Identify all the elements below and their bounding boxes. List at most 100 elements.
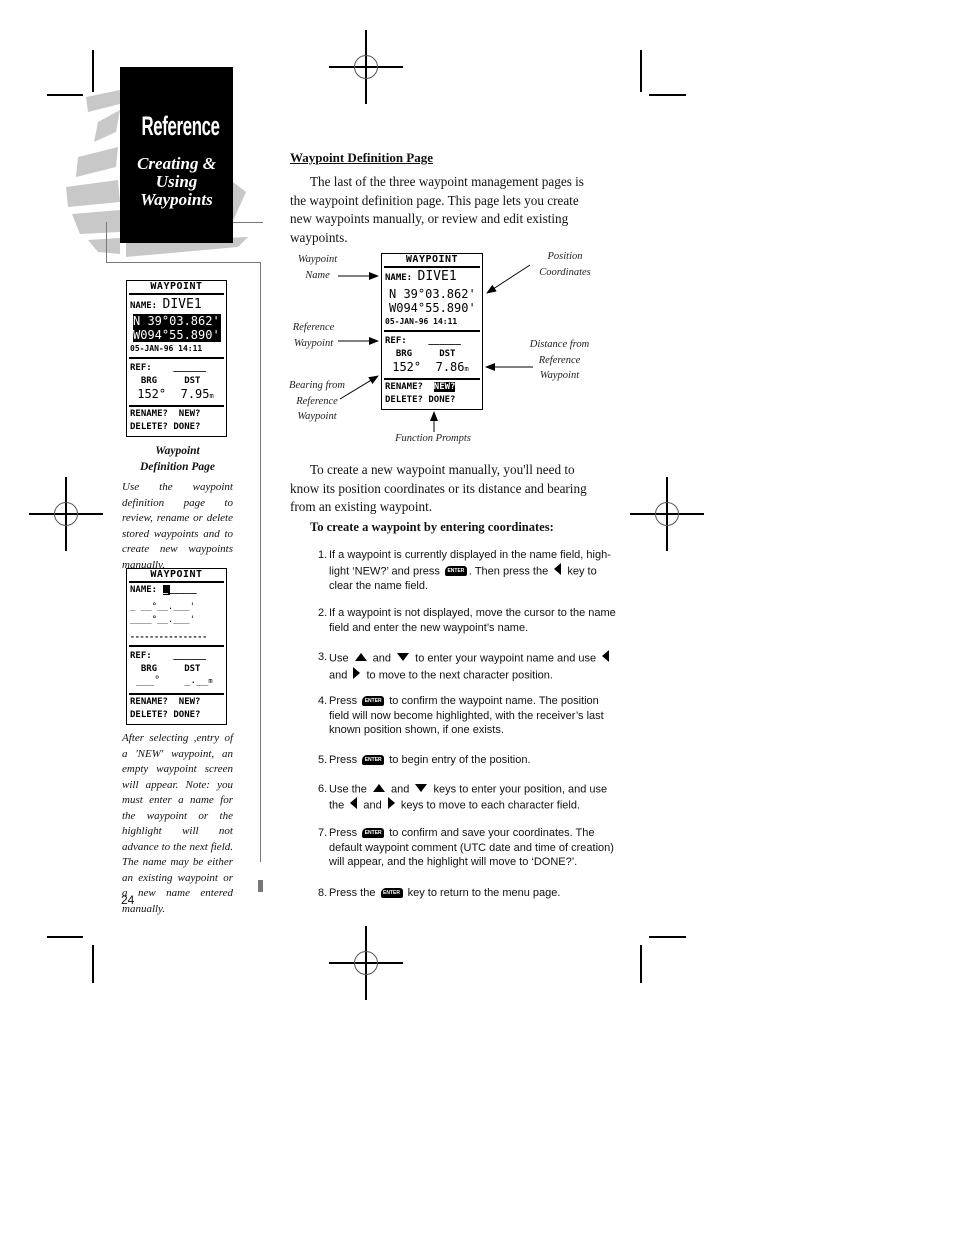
enter-key-icon: ENTER (362, 696, 385, 707)
caption-body: After selecting ,entry of a 'NEW' waypoi… (122, 732, 233, 915)
delete-prompt[interactable]: DELETE? (130, 710, 168, 720)
caption-title-line: Waypoint (155, 445, 200, 457)
registration-mark (329, 30, 403, 104)
step-number: 1. (318, 549, 328, 561)
brg-label: BRG (140, 376, 158, 386)
delete-prompt[interactable]: DELETE? (130, 422, 168, 432)
arrow-bearing (339, 375, 379, 400)
caption-title: Waypoint Definition Page (120, 443, 235, 475)
longitude: W094°55.890' (133, 328, 220, 342)
right-arrow-key-icon (353, 666, 361, 684)
crop-mark (47, 936, 83, 938)
screen-header: WAYPOINT (129, 281, 224, 295)
latitude: N 39°03.862' (133, 314, 220, 328)
subtitle-line: Using (155, 172, 198, 191)
page-number: 24 (121, 893, 135, 907)
subtitle-line: Creating & (137, 154, 216, 173)
left-arrow-key-icon (602, 650, 610, 667)
screen-header: WAYPOINT (129, 569, 224, 583)
right-arrow-key-icon (387, 796, 395, 814)
name-label: NAME: (130, 301, 158, 311)
procedure-heading: To create a waypoint by entering coordin… (310, 520, 554, 534)
brg-dst-values: 152° 7.95m (130, 387, 223, 401)
step-text: Press ENTER to confirm the waypoint name… (329, 695, 604, 737)
left-arrow-key-icon (554, 562, 562, 580)
position-highlight: N 39°03.862' W094°55.890' (133, 314, 221, 342)
dst-label: DST (184, 664, 201, 674)
divider (106, 262, 260, 263)
up-arrow-key-icon (354, 651, 367, 666)
left-arrow-key-icon (350, 796, 358, 814)
step-text: Press the ENTER key to return to the men… (329, 887, 561, 899)
divider (129, 405, 224, 407)
done-prompt[interactable]: DONE? (173, 710, 200, 720)
new-prompt[interactable]: NEW? (179, 697, 201, 707)
prompts-row: DELETE? DONE? (130, 422, 223, 432)
rename-prompt[interactable]: RENAME? (130, 697, 168, 707)
new-prompt[interactable]: NEW? (179, 409, 201, 419)
ref-label: REF: (130, 651, 152, 661)
waypoint-comment: ---------------- (130, 632, 208, 641)
arrow-position (486, 264, 531, 294)
name-value: DIVE1 (162, 297, 202, 312)
step-number: 6. (318, 783, 328, 795)
longitude: ____°__.___' (130, 615, 196, 625)
rename-prompt[interactable]: RENAME? (130, 409, 168, 419)
divider (260, 262, 261, 862)
crop-mark (92, 945, 94, 983)
done-prompt[interactable]: DONE? (173, 422, 200, 432)
diagram-arrows (338, 264, 533, 432)
dst-value: 7.95 (180, 387, 210, 401)
step-text: If a waypoint is not displayed, move the… (329, 607, 616, 634)
step-number: 7. (318, 827, 328, 839)
crop-mark (640, 945, 642, 983)
section-title: Reference (141, 111, 220, 141)
section-tab: Reference Creating & Using Waypoints (120, 67, 233, 243)
enter-key-icon: ENTER (444, 566, 467, 577)
name-value[interactable]: _____ (170, 585, 197, 595)
prompts-row: DELETE? DONE? (130, 710, 223, 720)
divider (106, 222, 107, 262)
enter-key-icon: ENTER (380, 888, 403, 899)
caption-title-line: Definition Page (139, 461, 216, 473)
intro-paragraph: The last of the three waypoint managemen… (290, 174, 584, 245)
waypoint-comment: 05-JAN-96 14:11 (130, 344, 203, 353)
name-label: NAME: (130, 585, 158, 595)
section-subtitle: Creating & Using Waypoints (120, 155, 233, 209)
step-text: If a waypoint is currently displayed in … (329, 549, 611, 593)
registration-mark (29, 477, 103, 551)
divider (129, 357, 224, 359)
step-number: 2. (318, 607, 328, 619)
brg-dst-values: ___° _.__m (130, 675, 223, 686)
divider (129, 645, 224, 647)
ref-row: REF: ______ (130, 363, 223, 373)
step-text: Use the and keys to enter your position,… (329, 782, 619, 814)
caption-body: Use the waypoint definition page to revi… (122, 481, 233, 571)
step-text: Press ENTER to confirm and save your coo… (329, 827, 614, 869)
latitude: _ __°__.___' (130, 602, 196, 612)
position-field: _ __°__.___' ____°__.___' (130, 601, 223, 627)
step-number: 4. (318, 695, 328, 707)
step-number: 8. (318, 887, 328, 899)
prompts-row: RENAME? NEW? (130, 697, 223, 707)
brg-value: ___° (136, 675, 161, 686)
dst-unit: m (208, 677, 213, 685)
step-text: Use and to enter your waypoint name and … (329, 650, 619, 683)
step-number: 3. (318, 651, 328, 663)
paragraph-create: To create a new waypoint manually, you'l… (290, 462, 587, 514)
procedure-steps: 1. If a waypoint is currently displayed i… (318, 548, 616, 908)
dst-value: _.__ (184, 675, 209, 686)
enter-key-icon: ENTER (362, 828, 385, 839)
section-heading: Waypoint Definition Page (290, 150, 434, 165)
dst-label: DST (184, 376, 201, 386)
up-arrow-key-icon (372, 782, 385, 797)
brg-value: 152° (137, 387, 167, 401)
name-row: NAME: _ _____ (130, 585, 197, 595)
divider (233, 222, 263, 223)
ref-value: ______ (173, 363, 206, 373)
gps-screen-definition: WAYPOINT NAME: DIVE1 N 39°03.862' W094°55… (126, 280, 227, 437)
ref-value: ______ (173, 651, 206, 661)
crop-mark (649, 94, 686, 96)
down-arrow-key-icon (397, 651, 410, 666)
subtitle-line: Waypoints (140, 190, 213, 209)
